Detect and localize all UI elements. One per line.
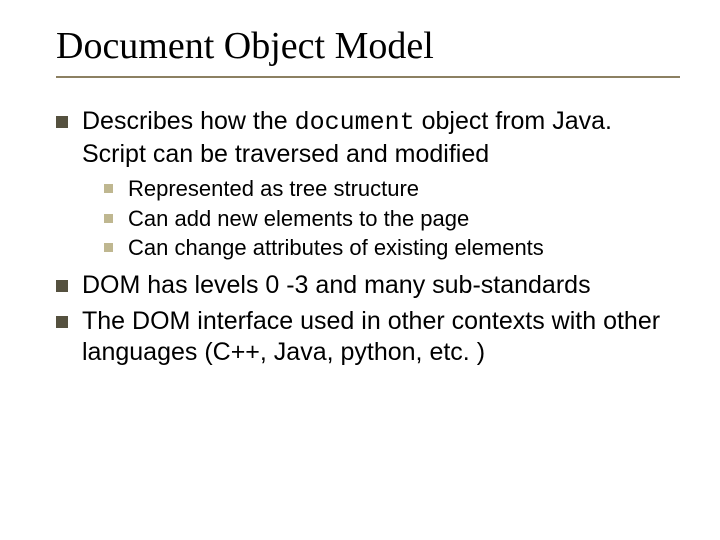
sub-bullet-list: Represented as tree structure Can add ne… (104, 175, 680, 262)
bullet-item: DOM has levels 0 -3 and many sub-standar… (56, 270, 680, 301)
bullet-item: Describes how the document object from J… (56, 106, 680, 262)
bullet-text: The DOM interface used in other contexts… (82, 307, 660, 366)
sub-bullet-item: Can change attributes of existing elemen… (104, 234, 680, 262)
sub-bullet-item: Can add new elements to the page (104, 205, 680, 233)
bullet-text-pre: Describes how the (82, 107, 295, 135)
slide: Document Object Model Describes how the … (0, 0, 720, 540)
bullet-list: Describes how the document object from J… (56, 106, 680, 367)
bullet-item: The DOM interface used in other contexts… (56, 306, 680, 367)
title-underline (56, 76, 680, 78)
bullet-text: DOM has levels 0 -3 and many sub-standar… (82, 271, 591, 299)
sub-bullet-item: Represented as tree structure (104, 175, 680, 203)
sub-bullet-text: Can add new elements to the page (128, 206, 469, 231)
sub-bullet-text: Can change attributes of existing elemen… (128, 235, 544, 260)
bullet-code: document (295, 108, 415, 137)
slide-title: Document Object Model (56, 24, 680, 68)
sub-bullet-text: Represented as tree structure (128, 176, 419, 201)
